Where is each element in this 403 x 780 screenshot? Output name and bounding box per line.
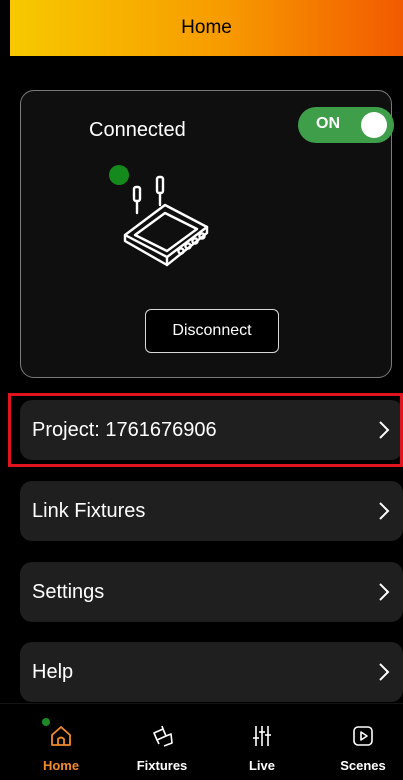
nav-live[interactable]: Live bbox=[222, 704, 302, 780]
bottom-navigation: Home Fixtures Live Scenes bbox=[0, 703, 403, 780]
menu-item-label: Settings bbox=[32, 580, 105, 603]
app-header: Home bbox=[10, 0, 403, 56]
toggle-knob bbox=[361, 112, 387, 138]
dmx-device-icon bbox=[123, 175, 209, 267]
play-icon bbox=[353, 726, 373, 746]
menu-item-link-fixtures[interactable]: Link Fixtures bbox=[20, 481, 403, 541]
connection-status-label: Connected bbox=[89, 119, 186, 141]
toggle-label: ON bbox=[316, 115, 340, 132]
menu-item-help[interactable]: Help bbox=[20, 642, 403, 702]
chevron-right-icon bbox=[379, 583, 390, 601]
connection-toggle[interactable]: ON bbox=[298, 107, 394, 143]
connection-card: Connected ON Disconnect bbox=[20, 90, 394, 378]
menu-item-project[interactable]: Project: 1761676906 bbox=[20, 400, 403, 460]
menu-item-settings[interactable]: Settings bbox=[20, 562, 403, 622]
home-notification-dot bbox=[42, 718, 50, 726]
nav-fixtures[interactable]: Fixtures bbox=[122, 704, 202, 780]
chevron-right-icon bbox=[379, 663, 390, 681]
disconnect-button[interactable]: Disconnect bbox=[145, 309, 279, 353]
nav-label: Live bbox=[248, 758, 275, 773]
sliders-icon bbox=[253, 726, 271, 746]
menu-item-label: Link Fixtures bbox=[32, 499, 146, 522]
chevron-right-icon bbox=[379, 502, 390, 520]
page-title: Home bbox=[181, 17, 232, 38]
menu-item-label: Project: 1761676906 bbox=[32, 418, 217, 441]
nav-label: Fixtures bbox=[136, 758, 188, 773]
nav-label: Home bbox=[42, 758, 80, 773]
chevron-right-icon bbox=[379, 421, 390, 439]
menu-item-label: Help bbox=[32, 660, 74, 683]
fixture-icon bbox=[153, 725, 173, 747]
nav-scenes[interactable]: Scenes bbox=[323, 704, 403, 780]
nav-home[interactable]: Home bbox=[21, 704, 101, 780]
home-icon bbox=[51, 726, 71, 746]
nav-label: Scenes bbox=[340, 758, 386, 773]
